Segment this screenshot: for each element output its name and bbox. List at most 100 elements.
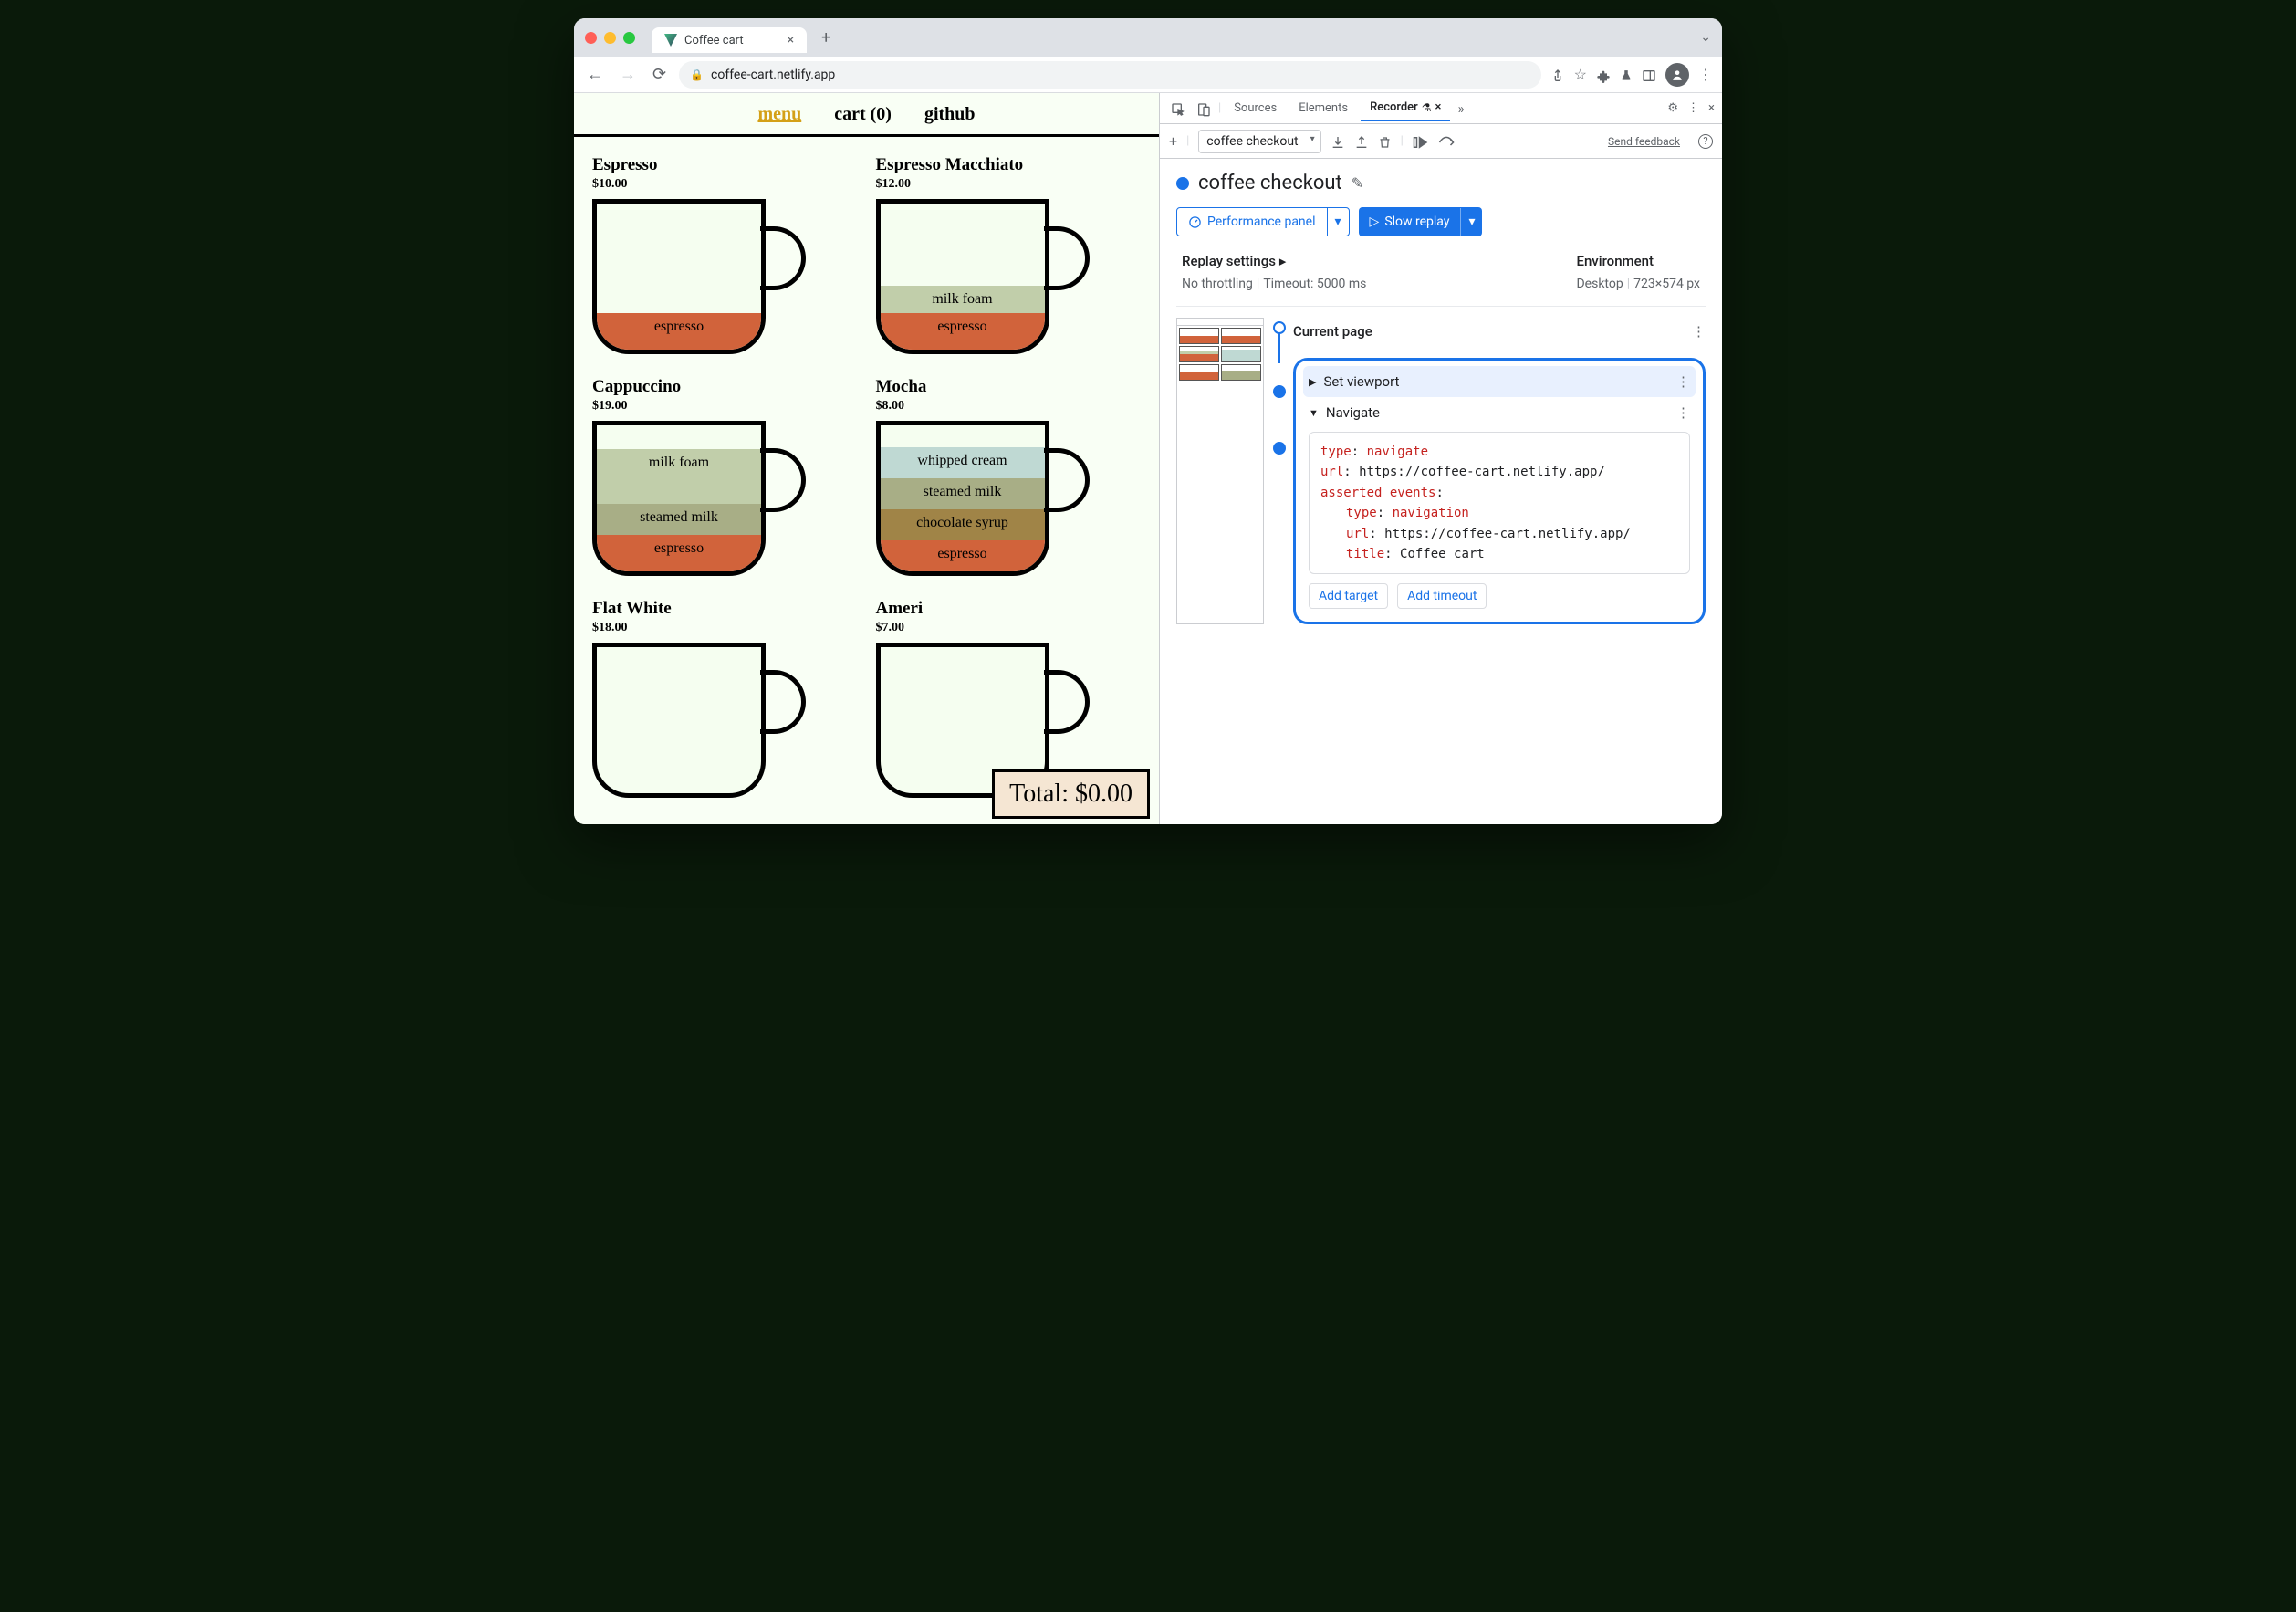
layer-label: espresso <box>597 535 761 571</box>
profile-avatar[interactable] <box>1665 63 1689 87</box>
device-icon[interactable] <box>1193 96 1215 120</box>
step-detail: type: navigate url: https://coffee-cart.… <box>1309 432 1690 574</box>
nav-github[interactable]: github <box>924 104 976 125</box>
recording-dot-icon <box>1176 177 1189 190</box>
send-feedback-link[interactable]: Send feedback <box>1608 135 1680 148</box>
help-icon[interactable]: ? <box>1698 134 1713 149</box>
step-action-buttons: Add target Add timeout <box>1303 583 1696 609</box>
browser-window: Coffee cart × + ⌄ ← → ⟳ 🔒 coffee-cart.ne… <box>574 18 1722 824</box>
edit-title-icon[interactable]: ✎ <box>1352 174 1363 192</box>
new-tab-button[interactable]: + <box>821 28 830 47</box>
action-buttons: Performance panel ▾ ▷ Slow replay ▾ <box>1176 207 1706 236</box>
tab-elements[interactable]: Elements <box>1289 96 1357 120</box>
product-card[interactable]: Flat White $18.00 <box>592 599 858 806</box>
slow-replay-button[interactable]: ▷ Slow replay ▾ <box>1359 207 1483 236</box>
tabs-chevron-icon[interactable]: ⌄ <box>1700 30 1711 45</box>
product-card[interactable]: Mocha $8.00 whipped creamsteamed milkcho… <box>876 377 1142 584</box>
product-name: Espresso Macchiato <box>876 155 1142 175</box>
reload-button[interactable]: ⟳ <box>649 61 670 88</box>
coffee-cup-icon: milk foamespresso <box>876 199 1086 354</box>
back-button[interactable]: ← <box>583 61 607 88</box>
layer-label: espresso <box>597 313 761 350</box>
product-name: Mocha <box>876 377 1142 397</box>
lock-icon: 🔒 <box>690 68 704 81</box>
product-card[interactable]: Espresso Macchiato $12.00 milk foamespre… <box>876 155 1142 362</box>
url-input[interactable]: 🔒 coffee-cart.netlify.app <box>679 61 1541 89</box>
products-grid: Espresso $10.00 espresso Espresso Macchi… <box>574 137 1159 824</box>
page-frame: menu cart (0) github Espresso $10.00 esp… <box>574 93 1159 824</box>
kebab-icon[interactable]: ⋮ <box>1698 66 1713 83</box>
step-navigate[interactable]: ▼ Navigate ⋮ <box>1303 397 1696 428</box>
content-row: menu cart (0) github Espresso $10.00 esp… <box>574 93 1722 824</box>
recorder-toolbar: + | coffee checkout | Send feedback ? <box>1160 124 1722 159</box>
settings-row: Replay settings ▸ No throttling|Timeout:… <box>1176 253 1706 307</box>
layer-label: steamed milk <box>597 504 761 535</box>
flask-icon: ⚗ <box>1422 101 1432 114</box>
export-icon[interactable] <box>1331 132 1345 150</box>
product-price: $18.00 <box>592 621 858 635</box>
continue-icon[interactable] <box>1438 132 1455 150</box>
more-tabs-icon[interactable]: » <box>1454 97 1467 120</box>
coffee-cup-icon: espresso <box>592 199 802 354</box>
extensions-icon[interactable] <box>1596 66 1611 83</box>
close-devtools-icon[interactable]: × <box>1708 101 1715 115</box>
zoom-icon[interactable] <box>623 32 635 44</box>
step-icon[interactable] <box>1413 132 1429 150</box>
import-icon[interactable] <box>1354 132 1369 150</box>
add-target-button[interactable]: Add target <box>1309 583 1388 609</box>
layer-label: espresso <box>881 313 1045 350</box>
perf-dropdown-icon[interactable]: ▾ <box>1327 208 1349 236</box>
replay-dropdown-icon[interactable]: ▾ <box>1460 208 1482 236</box>
layer-label: milk foam <box>881 286 1045 313</box>
share-icon[interactable] <box>1550 66 1565 83</box>
close-icon[interactable] <box>585 32 597 44</box>
forward-button: → <box>616 61 640 88</box>
recording-title-row: coffee checkout ✎ <box>1176 172 1706 194</box>
step-set-viewport[interactable]: ▶ Set viewport ⋮ <box>1303 366 1696 397</box>
close-tab-icon[interactable]: × <box>788 33 794 47</box>
kebab-icon[interactable]: ⋮ <box>1676 404 1690 421</box>
browser-tab[interactable]: Coffee cart × <box>652 27 807 53</box>
product-price: $8.00 <box>876 399 1142 413</box>
kebab-icon[interactable]: ⋮ <box>1676 373 1690 390</box>
close-tab-icon[interactable]: × <box>1435 100 1442 114</box>
sidepanel-icon[interactable] <box>1642 66 1656 83</box>
minimize-icon[interactable] <box>604 32 616 44</box>
replay-settings[interactable]: Replay settings ▸ No throttling|Timeout:… <box>1182 253 1366 291</box>
product-card[interactable]: Espresso $10.00 espresso <box>592 155 858 362</box>
tab-recorder[interactable]: Recorder⚗× <box>1361 95 1450 121</box>
timeline-steps: ▶ Set viewport ⋮ ▼ Navigate ⋮ <box>1273 358 1706 624</box>
coffee-cup-icon: whipped creamsteamed milkchocolate syrup… <box>876 421 1086 576</box>
chevron-right-icon: ▸ <box>1279 253 1287 269</box>
titlebar: Coffee cart × + ⌄ <box>574 18 1722 57</box>
traffic-lights <box>585 32 635 44</box>
product-price: $10.00 <box>592 177 858 192</box>
inspect-icon[interactable] <box>1167 96 1189 120</box>
layer-label: chocolate syrup <box>881 509 1045 540</box>
product-price: $7.00 <box>876 621 1142 635</box>
kebab-icon[interactable]: ⋮ <box>1692 323 1706 340</box>
product-card[interactable]: Cappuccino $19.00 milk foamsteamed milke… <box>592 377 858 584</box>
nav-menu[interactable]: menu <box>757 104 801 125</box>
timeline-node-icon <box>1273 321 1286 334</box>
new-recording-icon[interactable]: + <box>1169 132 1177 150</box>
total-box[interactable]: Total: $0.00 <box>992 769 1150 819</box>
settings-icon[interactable]: ⚙ <box>1667 101 1678 115</box>
labs-icon[interactable] <box>1620 66 1633 83</box>
kebab-icon[interactable]: ⋮ <box>1687 101 1699 115</box>
steps-highlight-box: ▶ Set viewport ⋮ ▼ Navigate ⋮ <box>1293 358 1706 624</box>
layer-label: espresso <box>881 540 1045 571</box>
recording-select[interactable]: coffee checkout <box>1198 130 1320 153</box>
delete-icon[interactable] <box>1378 132 1392 150</box>
product-price: $12.00 <box>876 177 1142 192</box>
tab-title: Coffee cart <box>684 34 744 47</box>
timeline-node-icon <box>1273 385 1286 398</box>
add-timeout-button[interactable]: Add timeout <box>1397 583 1487 609</box>
nav-cart[interactable]: cart (0) <box>834 104 892 125</box>
devtools-panel: | Sources Elements Recorder⚗× » ⚙ ⋮ × + … <box>1159 93 1722 824</box>
bookmark-icon[interactable]: ☆ <box>1574 66 1587 83</box>
performance-panel-button[interactable]: Performance panel ▾ <box>1176 207 1350 236</box>
timeline-node-icon <box>1273 442 1286 455</box>
product-name: Flat White <box>592 599 858 619</box>
tab-sources[interactable]: Sources <box>1225 96 1286 120</box>
